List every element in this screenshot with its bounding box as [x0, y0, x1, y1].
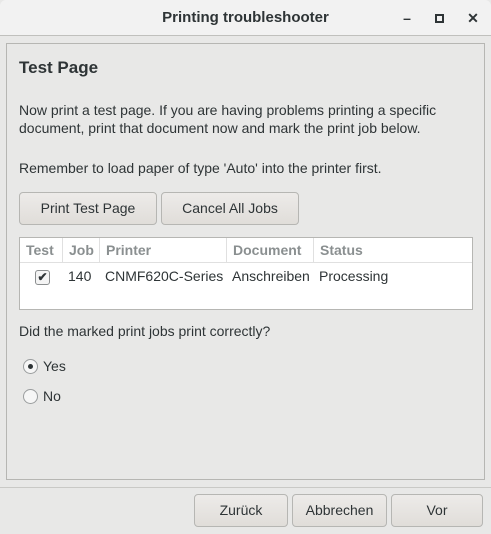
radio-selected-icon [23, 359, 38, 374]
forward-button[interactable]: Vor [391, 494, 483, 527]
column-header-status[interactable]: Status [314, 238, 472, 263]
radio-yes[interactable]: Yes [22, 357, 82, 377]
table-row[interactable]: ✔ 140 CNMF620C-Series Anschreiben Proces… [20, 263, 472, 287]
intro-text-2: document, print that document now and ma… [19, 120, 421, 136]
print-test-page-button[interactable]: Print Test Page [19, 192, 157, 225]
close-icon[interactable]: ✕ [463, 8, 483, 28]
test-checkbox[interactable]: ✔ [35, 270, 50, 285]
status-cell: Processing [319, 268, 389, 284]
intro-text-1: Now print a test page. If you are having… [19, 102, 437, 118]
column-header-printer[interactable]: Printer [100, 238, 227, 263]
column-header-document[interactable]: Document [227, 238, 314, 263]
job-cell: 140 [68, 268, 92, 284]
jobs-table: Test Job Printer Document Status ✔ 140 C… [19, 237, 473, 310]
paper-note: Remember to load paper of type 'Auto' in… [19, 160, 382, 176]
back-button[interactable]: Zurück [194, 494, 288, 527]
radio-no-label: No [43, 388, 61, 404]
footer-divider [0, 487, 491, 488]
column-header-job[interactable]: Job [63, 238, 100, 263]
radio-no[interactable]: No [22, 387, 82, 407]
column-header-test[interactable]: Test [20, 238, 63, 263]
radio-unselected-icon [23, 389, 38, 404]
minimize-icon[interactable]: – [397, 8, 417, 28]
radio-yes-label: Yes [43, 358, 66, 374]
document-cell: Anschreiben [232, 268, 310, 284]
maximize-icon[interactable] [429, 8, 449, 28]
cancel-all-jobs-button[interactable]: Cancel All Jobs [161, 192, 299, 225]
cancel-button[interactable]: Abbrechen [292, 494, 387, 527]
printer-cell: CNMF620C-Series [105, 268, 224, 284]
question-label: Did the marked print jobs print correctl… [19, 323, 271, 339]
window-title: Printing troubleshooter [162, 9, 329, 26]
page-title: Test Page [19, 58, 99, 77]
title-bar: Printing troubleshooter – ✕ [0, 0, 491, 36]
